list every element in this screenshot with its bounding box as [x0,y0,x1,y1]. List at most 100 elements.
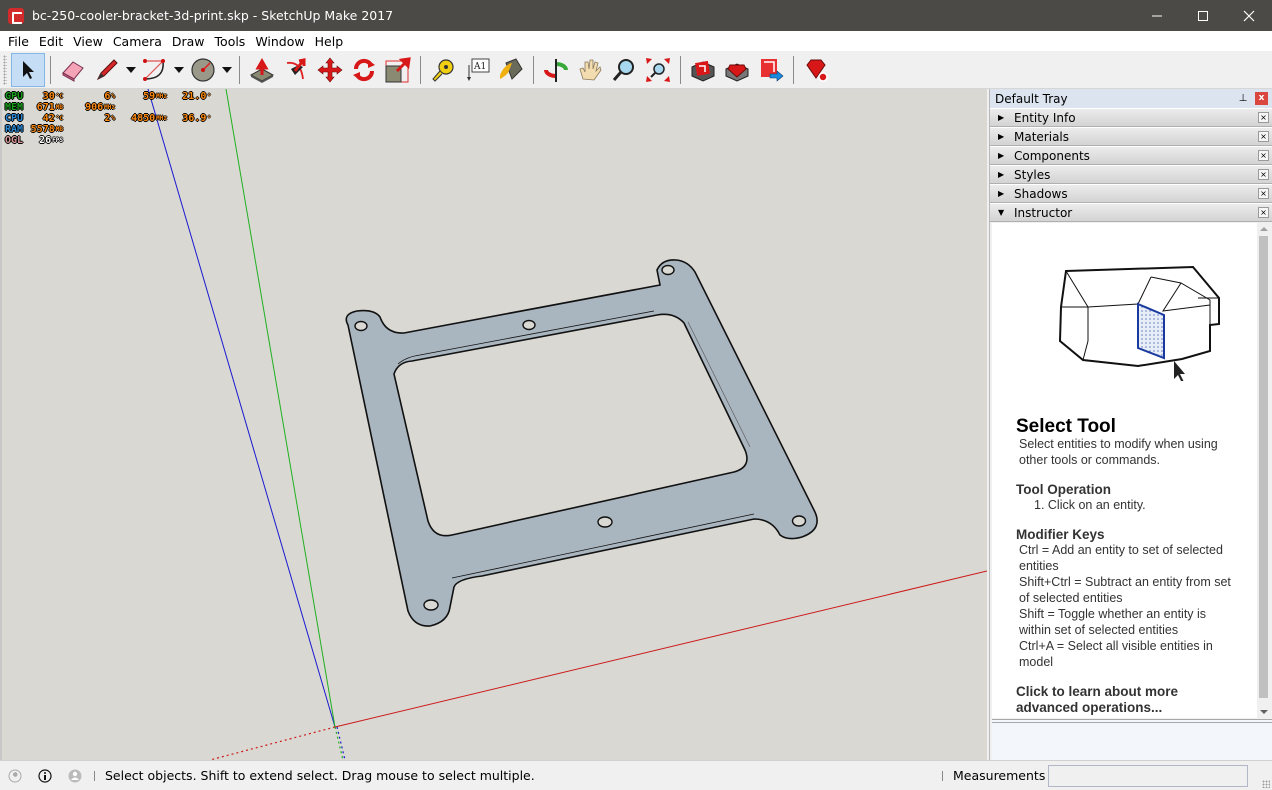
modifier-key: Shift = Toggle whether an entity is with… [1019,607,1207,637]
window-title: bc-250-cooler-bracket-3d-print.skp - Ske… [32,8,394,23]
share-model-button[interactable] [754,53,788,87]
toolbar-separator [680,55,681,84]
panel-shadows[interactable]: ▶ Shadows × [990,184,1272,203]
minimize-button[interactable] [1134,0,1180,31]
status-message: Select objects. Shift to extend select. … [105,768,535,783]
menu-window[interactable]: Window [250,34,309,49]
orbit-tool-button[interactable] [539,53,573,87]
text-tool-button[interactable]: A1 [460,53,494,87]
scroll-down-icon[interactable] [1260,710,1268,714]
toolbar-grip[interactable] [3,54,7,85]
info-button[interactable] [30,768,60,783]
sketchup-logo-icon [8,7,24,24]
3d-scene[interactable] [2,89,987,760]
rotate-tool-button[interactable] [347,53,381,87]
overlay-row: RAM 5578MB [5,124,211,135]
extension-manager-button[interactable] [799,53,833,87]
status-divider [94,770,95,781]
sketchup-window: bc-250-cooler-bracket-3d-print.skp - Ske… [0,0,1272,790]
pan-hand-icon [579,59,602,80]
line-tool-dropdown[interactable] [124,53,138,87]
move-icon [317,57,343,82]
learn-more-link[interactable]: Click to learn about more advanced opera… [1016,684,1236,716]
menu-help[interactable]: Help [310,34,349,49]
tray-close-button[interactable]: x [1255,92,1268,105]
overlay-value [63,135,115,146]
panel-close-button[interactable]: × [1258,207,1269,218]
instructor-scrollbar[interactable] [1257,223,1270,718]
paint-bucket-tool-button[interactable] [494,53,528,87]
tape-measure-icon [432,58,454,82]
panel-close-button[interactable]: × [1258,131,1269,142]
overlay-value: 4850MHz [131,113,167,124]
instructor-title: Select Tool [1016,416,1116,437]
pan-tool-button[interactable] [573,53,607,87]
user-account-button[interactable] [60,769,90,783]
gpu-monitor-overlay: GPU 30°C 6% 59MHz 21.0° MEM 671MB 906MHz CPU 42°C… [5,91,211,146]
arc-tool-button[interactable] [138,53,172,87]
panel-styles[interactable]: ▶ Styles × [990,165,1272,184]
overlay-value [167,102,211,113]
ruby-gear-icon [806,59,828,82]
rotate-icon [353,58,375,81]
menu-camera[interactable]: Camera [108,34,167,49]
model-viewport[interactable]: GPU 30°C 6% 59MHz 21.0° MEM 671MB 906MHz CPU 42°C… [0,89,987,760]
maximize-button[interactable] [1180,0,1226,31]
measurements-input[interactable] [1048,765,1248,787]
minimize-icon [1152,15,1162,16]
circle-tool-button[interactable] [186,53,220,87]
panel-close-button[interactable]: × [1258,169,1269,180]
arc-tool-dropdown[interactable] [172,53,186,87]
overlay-value [167,135,211,146]
expand-triangle-icon: ▶ [998,170,1005,179]
text-label-icon: A1 [467,58,490,81]
resize-grip[interactable] [1262,780,1270,788]
tape-measure-tool-button[interactable] [426,53,460,87]
zoom-tool-button[interactable] [607,53,641,87]
expand-triangle-icon: ▶ [998,151,1005,160]
close-button[interactable] [1226,0,1272,31]
eraser-tool-button[interactable] [56,53,90,87]
blue-axis [147,89,336,728]
panel-close-button[interactable]: × [1258,150,1269,161]
panel-label: Shadows [1014,186,1068,201]
panel-instructor[interactable]: ▼ Instructor × [990,203,1272,222]
panel-close-button[interactable]: × [1258,188,1269,199]
pin-icon[interactable]: ⊥ [1237,93,1249,104]
push-pull-tool-button[interactable] [245,53,279,87]
menu-edit[interactable]: Edit [34,34,68,49]
select-tool-button[interactable] [11,52,45,87]
follow-me-tool-button[interactable] [279,53,313,87]
menu-tools[interactable]: Tools [210,34,251,49]
toolbar-separator [239,55,240,84]
expand-triangle-icon: ▶ [998,132,1005,141]
menu-draw[interactable]: Draw [167,34,210,49]
menu-view[interactable]: View [68,34,108,49]
line-tool-button[interactable] [90,53,124,87]
tool-operation-steps: 1. Click on an entity. [1034,498,1146,512]
panel-entity-info[interactable]: ▶ Entity Info × [990,108,1272,127]
scroll-thumb[interactable] [1259,236,1268,698]
zoom-extents-tool-button[interactable] [641,53,675,87]
panel-close-button[interactable]: × [1258,112,1269,123]
geolocation-button[interactable] [0,769,30,783]
panel-materials[interactable]: ▶ Materials × [990,127,1272,146]
toolbar-separator [533,55,534,84]
collapse-triangle-icon: ▼ [998,208,1005,217]
overlay-row: MEM 671MB 906MHz [5,102,211,113]
arc-icon [143,58,165,81]
3d-warehouse-button[interactable] [686,53,720,87]
extension-warehouse-button[interactable] [720,53,754,87]
green-axis [225,89,336,728]
cooler-bracket-model[interactable] [345,259,818,627]
scroll-up-icon[interactable] [1260,227,1268,231]
scale-tool-button[interactable] [381,53,415,87]
circle-tool-dropdown[interactable] [220,53,234,87]
menu-file[interactable]: File [3,34,34,49]
geolocation-icon [8,769,22,782]
move-tool-button[interactable] [313,53,347,87]
cursor-icon [1174,361,1185,381]
close-icon [1243,10,1255,21]
panel-components[interactable]: ▶ Components × [990,146,1272,165]
overlay-value: 30°C [42,91,63,102]
